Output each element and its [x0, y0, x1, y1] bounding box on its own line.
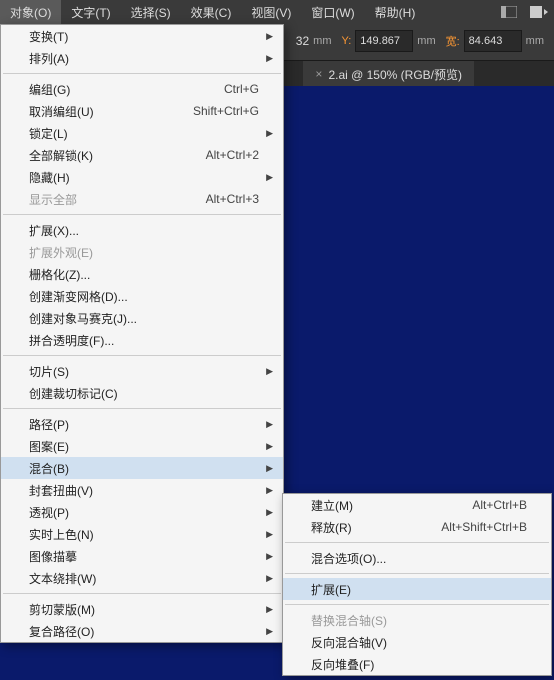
y-unit: mm — [417, 35, 435, 47]
menu-help[interactable]: 帮助(H) — [365, 0, 426, 25]
menu-item[interactable]: 剪切蒙版(M) — [1, 598, 283, 620]
shortcut: Alt+Shift+Ctrl+B — [441, 520, 527, 534]
menu-item[interactable]: 文本绕排(W) — [1, 567, 283, 589]
menu-item[interactable]: 扩展(E) — [283, 578, 551, 600]
menu-item[interactable]: 混合(B) — [1, 457, 283, 479]
menu-item[interactable]: 栅格化(Z)... — [1, 263, 283, 285]
menu-item: 显示全部Alt+Ctrl+3 — [1, 188, 283, 210]
menu-item[interactable]: 创建对象马赛克(J)... — [1, 307, 283, 329]
menu-item[interactable]: 图案(E) — [1, 435, 283, 457]
menu-effect[interactable]: 效果(C) — [181, 0, 242, 25]
menu-item[interactable]: 创建渐变网格(D)... — [1, 285, 283, 307]
shortcut: Alt+Ctrl+2 — [206, 148, 259, 162]
menu-item[interactable]: 释放(R)Alt+Shift+Ctrl+B — [283, 516, 551, 538]
menu-item[interactable]: 全部解锁(K)Alt+Ctrl+2 — [1, 144, 283, 166]
tab-close-icon[interactable]: × — [315, 67, 322, 81]
shortcut: Alt+Ctrl+B — [472, 498, 527, 512]
menu-item[interactable]: 锁定(L) — [1, 122, 283, 144]
menu-select[interactable]: 选择(S) — [121, 0, 181, 25]
menu-item: 扩展外观(E) — [1, 241, 283, 263]
menu-item[interactable]: 复合路径(O) — [1, 620, 283, 642]
menu-item[interactable]: 创建裁切标记(C) — [1, 382, 283, 404]
menu-item[interactable]: 混合选项(O)... — [283, 547, 551, 569]
menu-item: 替换混合轴(S) — [283, 609, 551, 631]
menu-item[interactable]: 切片(S) — [1, 360, 283, 382]
menu-item[interactable]: 建立(M)Alt+Ctrl+B — [283, 494, 551, 516]
menu-item[interactable]: 透视(P) — [1, 501, 283, 523]
menu-item[interactable]: 拼合透明度(F)... — [1, 329, 283, 351]
menubar: 对象(O) 文字(T) 选择(S) 效果(C) 视图(V) 窗口(W) 帮助(H… — [0, 0, 554, 24]
object-menu: 变换(T)排列(A) 编组(G)Ctrl+G取消编组(U)Shift+Ctrl+G… — [0, 24, 284, 643]
shortcut: Shift+Ctrl+G — [193, 104, 259, 118]
blend-submenu: 建立(M)Alt+Ctrl+B释放(R)Alt+Shift+Ctrl+B 混合选项… — [282, 493, 552, 676]
hidden-val: 32 — [296, 34, 309, 48]
menu-item[interactable]: 实时上色(N) — [1, 523, 283, 545]
document-tab[interactable]: × 2.ai @ 150% (RGB/预览) — [303, 61, 474, 87]
menu-item[interactable]: 隐藏(H) — [1, 166, 283, 188]
menu-item[interactable]: 排列(A) — [1, 47, 283, 69]
menu-object[interactable]: 对象(O) — [0, 0, 61, 25]
menu-item[interactable]: 取消编组(U)Shift+Ctrl+G — [1, 100, 283, 122]
menu-item[interactable]: 反向混合轴(V) — [283, 631, 551, 653]
menu-text[interactable]: 文字(T) — [61, 0, 120, 25]
y-label: Y: — [341, 35, 351, 47]
hidden-unit: mm — [313, 35, 331, 47]
menu-view[interactable]: 视图(V) — [241, 0, 301, 25]
menu-item[interactable]: 变换(T) — [1, 25, 283, 47]
menu-item[interactable]: 路径(P) — [1, 413, 283, 435]
shortcut: Ctrl+G — [224, 82, 259, 96]
menu-window[interactable]: 窗口(W) — [301, 0, 364, 25]
menu-item[interactable]: 图像描摹 — [1, 545, 283, 567]
menu-item[interactable]: 反向堆叠(F) — [283, 653, 551, 675]
w-label: 宽: — [446, 33, 460, 49]
shortcut: Alt+Ctrl+3 — [206, 192, 259, 206]
panel-icon[interactable] — [528, 3, 550, 21]
menu-item[interactable]: 编组(G)Ctrl+G — [1, 78, 283, 100]
tab-title: 2.ai @ 150% (RGB/预览) — [328, 66, 462, 83]
menu-item[interactable]: 扩展(X)... — [1, 219, 283, 241]
menu-item[interactable]: 封套扭曲(V) — [1, 479, 283, 501]
y-input[interactable] — [355, 30, 413, 52]
w-unit: mm — [526, 35, 544, 47]
layout-icon[interactable] — [498, 3, 520, 21]
w-input[interactable] — [464, 30, 522, 52]
